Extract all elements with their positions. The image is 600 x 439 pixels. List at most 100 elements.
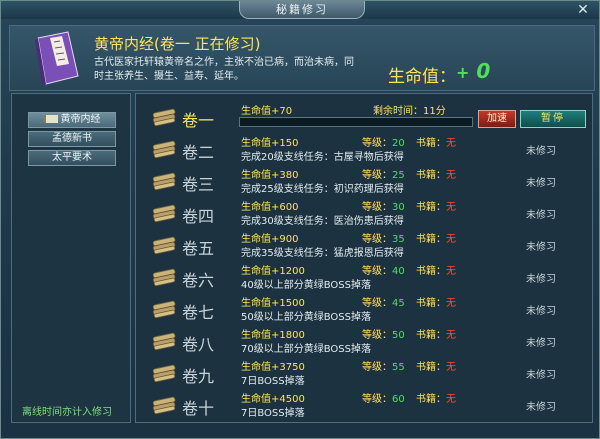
window-title: 秘籍修习 — [239, 1, 365, 19]
open-book-icon — [43, 115, 58, 123]
book-req-value: 无 — [446, 170, 456, 181]
volume-status: 未修习 — [526, 370, 556, 381]
volume-row[interactable]: 卷一 生命值+70 剩余时间：11分 加速 暂停 — [136, 101, 592, 133]
volume-bonus: 生命值+3750 — [241, 362, 305, 373]
volume-name: 卷四 — [182, 207, 215, 226]
book-req-value: 无 — [446, 234, 456, 245]
hp-plus: + — [456, 63, 470, 82]
book-req-value: 无 — [446, 362, 456, 373]
level-value: 50 — [392, 330, 405, 341]
volume-book-req: 书籍：无 — [416, 358, 456, 373]
speed-up-button[interactable]: 加速 — [478, 110, 516, 128]
volume-bonus: 生命值+1500 — [241, 298, 305, 309]
volume-level-req: 等级：40 — [362, 262, 405, 277]
scroll-icon — [152, 172, 176, 191]
volume-condition: 完成35级支线任务：猛虎报恩后获得 — [241, 248, 404, 259]
close-icon[interactable]: ✕ — [575, 2, 591, 18]
book-req-value: 无 — [446, 202, 456, 213]
scroll-icon — [152, 396, 176, 415]
title-bar: 秘籍修习 ✕ — [1, 1, 599, 19]
volume-condition: 完成20级支线任务：古屋寻物后获得 — [241, 152, 404, 163]
volume-list-panel: 卷一 生命值+70 剩余时间：11分 加速 暂停 卷二 生命值+150 等级：20 书籍：无 完成… — [135, 93, 593, 423]
hp-value-display: + 0 — [456, 59, 490, 83]
book-req-value: 无 — [446, 266, 456, 277]
volume-book-req: 书籍：无 — [416, 326, 456, 341]
book-req-value: 无 — [446, 138, 456, 149]
pause-button[interactable]: 暂停 — [520, 110, 586, 128]
book-req-label: 书籍： — [416, 234, 446, 245]
volume-level-req: 等级：25 — [362, 166, 405, 181]
volume-bonus: 生命值+1200 — [241, 266, 305, 277]
volume-book-req: 书籍：无 — [416, 198, 456, 213]
volume-status: 未修习 — [526, 306, 556, 317]
remaining-time: 剩余时间：11分 — [373, 106, 446, 117]
volume-level-req: 等级：55 — [362, 358, 405, 373]
volume-book-req: 书籍：无 — [416, 294, 456, 309]
volume-name: 卷三 — [182, 175, 215, 194]
level-value: 55 — [392, 362, 405, 373]
volume-status: 未修习 — [526, 402, 556, 413]
scroll-icon — [152, 364, 176, 383]
book-req-label: 书籍： — [416, 138, 446, 149]
volume-bonus: 生命值+900 — [241, 234, 299, 245]
study-progress-bar — [239, 117, 473, 127]
volume-status: 未修习 — [526, 210, 556, 221]
book-title: 黄帝内经(卷一 正在修习) — [94, 35, 261, 53]
volume-level-req: 等级：20 — [362, 134, 405, 149]
book-description: 古代医家托轩辕黄帝名之作，主张不治已病，而治未病，同时主张养生、摄生、益寿、延年… — [94, 57, 354, 82]
volume-condition: 40级以上部分黄绿BOSS掉落 — [241, 280, 371, 291]
hp-value: 0 — [476, 59, 491, 83]
volume-book-req: 书籍：无 — [416, 166, 456, 181]
volume-name: 卷一 — [182, 111, 215, 130]
book-tab-huangdi[interactable]: 黄帝内经 — [28, 112, 116, 128]
volume-book-req: 书籍：无 — [416, 230, 456, 245]
volume-name: 卷五 — [182, 239, 215, 258]
scroll-icon — [152, 236, 176, 255]
current-book-header: 黄帝内经(卷一 正在修习) 古代医家托轩辕黄帝名之作，主张不治已病，而治未病，同… — [9, 25, 595, 91]
volume-condition: 70级以上部分黄绿BOSS掉落 — [241, 344, 371, 355]
book-req-label: 书籍： — [416, 170, 446, 181]
book-req-label: 书籍： — [416, 202, 446, 213]
volume-row[interactable]: 卷五 生命值+900 等级：35 书籍：无完成35级支线任务：猛虎报恩后获得 未修习 — [136, 229, 592, 261]
book-req-value: 无 — [446, 298, 456, 309]
book-tab-label: 黄帝内经 — [60, 114, 101, 125]
skill-book-window: 秘籍修习 ✕ 黄帝内经(卷一 正在修习) 古代医家托轩辕黄帝名之作，主张不治已病… — [0, 0, 600, 439]
offline-note: 离线时间亦计入修习 — [22, 407, 112, 418]
volume-name: 卷十 — [182, 399, 215, 418]
volume-level-req: 等级：50 — [362, 326, 405, 341]
volume-book-req: 书籍：无 — [416, 390, 456, 405]
volume-bonus: 生命值+380 — [241, 170, 299, 181]
volume-condition: 完成30级支线任务：医治伤患后获得 — [241, 216, 404, 227]
volume-row[interactable]: 卷二 生命值+150 等级：20 书籍：无 完成20级支线任务：古屋寻物后获得 未修习 — [136, 133, 592, 165]
volume-row[interactable]: 卷八 生命值+1800 等级：50 书籍：无 70级以上部分黄绿BOSS掉落 未修习 — [136, 325, 592, 357]
volume-row[interactable]: 卷四 生命值+600 等级：30 书籍：无 完成30级支线任务：医治伤患后获得 未修习 — [136, 197, 592, 229]
volume-level-req: 等级：45 — [362, 294, 405, 309]
volume-status: 未修习 — [526, 242, 556, 253]
book-req-label: 书籍： — [416, 394, 446, 405]
volume-condition: 完成25级支线任务：初识药理后获得 — [241, 184, 404, 195]
volume-name: 卷九 — [182, 367, 215, 386]
volume-name: 卷七 — [182, 303, 215, 322]
volume-row[interactable]: 卷七 生命值+1500 等级：45 书籍：无 50级以上部分黄绿BOSS掉落 未修习 — [136, 293, 592, 325]
book-tab-mengde[interactable]: 孟德新书 — [28, 131, 116, 147]
volume-row[interactable]: 卷六 生命值+1200 等级：40 书籍：无 40级以上部分黄绿BOSS掉落 未修习 — [136, 261, 592, 293]
book-req-value: 无 — [446, 330, 456, 341]
volume-status: 未修习 — [526, 178, 556, 189]
volume-row[interactable]: 卷十 生命值+4500 等级：60 书籍：无 7日BOSS掉落 未修习 — [136, 389, 592, 421]
volume-condition: 7日BOSS掉落 — [241, 376, 305, 387]
hp-label: 生命值： — [388, 67, 456, 87]
volume-row[interactable]: 卷九 生命值+3750 等级：55 书籍：无 7日BOSS掉落 未修习 — [136, 357, 592, 389]
volume-level-req: 等级：35 — [362, 230, 405, 245]
volume-status: 未修习 — [526, 146, 556, 157]
scroll-icon — [152, 332, 176, 351]
volume-level-req: 等级：30 — [362, 198, 405, 213]
book-req-label: 书籍： — [416, 266, 446, 277]
volume-bonus: 生命值+70 — [241, 106, 293, 117]
level-value: 60 — [392, 394, 405, 405]
book-req-label: 书籍： — [416, 362, 446, 373]
level-value: 40 — [392, 266, 405, 277]
volume-condition: 7日BOSS掉落 — [241, 408, 305, 419]
book-tab-taiping[interactable]: 太平要术 — [28, 150, 116, 166]
level-label: 等级： — [362, 362, 392, 373]
volume-row[interactable]: 卷三 生命值+380 等级：25 书籍：无完成25级支线任务：初识药理后获得 未修习 — [136, 165, 592, 197]
